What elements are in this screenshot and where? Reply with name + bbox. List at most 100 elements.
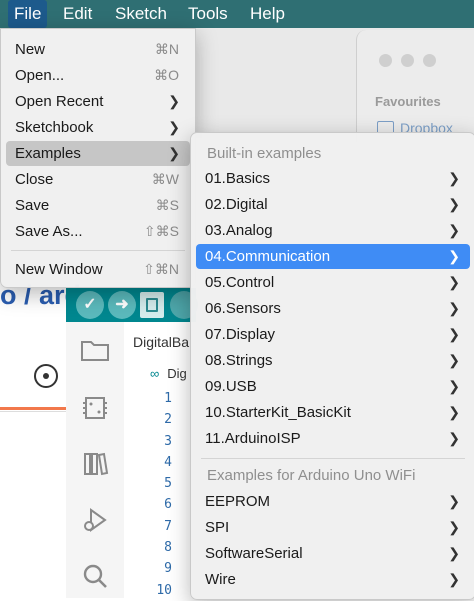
menu-item-label: EEPROM — [205, 493, 271, 510]
menu-item-label: 10.StarterKit_BasicKit — [205, 404, 351, 421]
menu-item-analog[interactable]: 03.Analog ❯ — [196, 218, 470, 243]
chevron-right-icon: ❯ — [448, 378, 460, 394]
boards-manager-icon[interactable] — [80, 394, 110, 420]
menu-item-sensors[interactable]: 06.Sensors ❯ — [196, 296, 470, 321]
menu-item-display[interactable]: 07.Display ❯ — [196, 322, 470, 347]
menu-item-usb[interactable]: 09.USB ❯ — [196, 374, 470, 399]
line-number: 2 — [164, 412, 172, 428]
upload-button[interactable]: ➜ — [108, 291, 136, 319]
library-manager-icon[interactable] — [80, 450, 110, 476]
sketch-tab[interactable]: DigitalBa — [133, 334, 189, 350]
line-number: 9 — [164, 561, 172, 577]
window-zoom-button[interactable] — [423, 54, 436, 67]
shortcut-label: ⌘W — [151, 171, 179, 187]
menu-item-new[interactable]: New ⌘N — [6, 37, 190, 62]
menu-item-label: 09.USB — [205, 378, 257, 395]
line-number: 7 — [164, 518, 172, 534]
shortcut-label: ⌘S — [155, 197, 179, 213]
chevron-right-icon: ❯ — [448, 170, 460, 186]
menu-tools[interactable]: Tools — [182, 0, 234, 28]
code-editor[interactable]: DigitalBa ∞ Dig 1 2 3 4 5 6 7 8 9 10 — [124, 322, 196, 598]
menu-item-label: 04.Communication — [205, 248, 331, 265]
favourites-label: Favourites — [375, 94, 441, 109]
finder-window: Favourites Dropbox — [356, 30, 474, 142]
menu-item-label: SoftwareSerial — [205, 545, 303, 562]
menu-item-communication[interactable]: 04.Communication ❯ — [196, 244, 470, 269]
menu-item-strings[interactable]: 08.Strings ❯ — [196, 348, 470, 373]
menu-sketch[interactable]: Sketch — [109, 0, 173, 28]
chevron-right-icon: ❯ — [448, 545, 460, 561]
chevron-right-icon: ❯ — [448, 274, 460, 290]
chevron-right-icon: ❯ — [448, 300, 460, 316]
chevron-right-icon: ❯ — [168, 93, 180, 109]
chevron-right-icon: ❯ — [448, 352, 460, 368]
code-comment: ∞ Dig — [150, 366, 187, 381]
menu-item-save[interactable]: Save ⌘S — [6, 193, 190, 218]
file-menu: New ⌘N Open... ⌘O Open Recent ❯ Sketchbo… — [0, 28, 196, 288]
window-close-button[interactable] — [379, 54, 392, 67]
shortcut-label: ⌘O — [154, 67, 179, 83]
menu-item-label: Sketchbook — [15, 119, 94, 136]
menu-item-label: New Window — [15, 261, 103, 278]
new-sketch-button[interactable] — [140, 292, 164, 318]
chevron-right-icon: ❯ — [448, 404, 460, 420]
menu-item-wire[interactable]: Wire ❯ — [196, 567, 470, 592]
ide-toolbar: ✓ ➜ — [66, 288, 198, 322]
menu-item-label: Close — [15, 171, 54, 188]
line-number: 8 — [164, 540, 172, 556]
shortcut-label: ⇧⌘N — [143, 261, 179, 277]
menu-item-starterkit[interactable]: 10.StarterKit_BasicKit ❯ — [196, 400, 470, 425]
menu-item-open[interactable]: Open... ⌘O — [6, 63, 190, 88]
chevron-right-icon: ❯ — [168, 145, 180, 161]
menu-file[interactable]: File — [8, 0, 48, 28]
menu-item-open-recent[interactable]: Open Recent ❯ — [6, 89, 190, 114]
line-number: 3 — [164, 433, 172, 449]
menu-item-digital[interactable]: 02.Digital ❯ — [196, 192, 470, 217]
menu-item-eeprom[interactable]: EEPROM ❯ — [196, 489, 470, 514]
debug-icon[interactable] — [80, 506, 110, 532]
chevron-right-icon: ❯ — [448, 571, 460, 587]
menu-item-label: 01.Basics — [205, 170, 271, 187]
menu-item-label: Open... — [15, 67, 65, 84]
line-number: 6 — [164, 497, 172, 513]
menu-help[interactable]: Help — [244, 0, 291, 28]
chevron-right-icon: ❯ — [448, 222, 460, 238]
chevron-right-icon: ❯ — [448, 196, 460, 212]
menu-item-label: 02.Digital — [205, 196, 268, 213]
chevron-right-icon: ❯ — [448, 493, 460, 509]
verify-button[interactable]: ✓ — [76, 291, 104, 319]
infinity-icon: ∞ — [150, 366, 160, 381]
menu-item-spi[interactable]: SPI ❯ — [196, 515, 470, 540]
target-icon[interactable] — [34, 364, 58, 388]
menu-item-label: 06.Sensors — [205, 300, 281, 317]
menu-item-basics[interactable]: 01.Basics ❯ — [196, 166, 470, 191]
menu-item-label: 08.Strings — [205, 352, 273, 369]
menu-edit[interactable]: Edit — [57, 0, 98, 28]
chevron-right-icon: ❯ — [448, 430, 460, 446]
menu-item-sketchbook[interactable]: Sketchbook ❯ — [6, 115, 190, 140]
menu-item-close[interactable]: Close ⌘W — [6, 167, 190, 192]
line-numbers: 1 2 3 4 5 6 7 8 9 10 — [144, 388, 172, 601]
menu-item-save-as[interactable]: Save As... ⇧⌘S — [6, 219, 190, 244]
divider — [0, 411, 66, 412]
examples-submenu: Built-in examples 01.Basics ❯ 02.Digital… — [190, 132, 474, 600]
menu-item-label: 11.ArduinoISP — [205, 430, 301, 447]
board-examples-header: Examples for Arduino Uno WiFi — [207, 467, 416, 484]
ide-sidebar — [66, 322, 125, 598]
menu-item-softwareserial[interactable]: SoftwareSerial ❯ — [196, 541, 470, 566]
chevron-right-icon: ❯ — [448, 519, 460, 535]
menu-item-arduinoisp[interactable]: 11.ArduinoISP ❯ — [196, 426, 470, 451]
search-icon[interactable] — [80, 562, 110, 588]
chevron-right-icon: ❯ — [448, 326, 460, 342]
line-number: 5 — [164, 476, 172, 492]
menu-item-new-window[interactable]: New Window ⇧⌘N — [6, 257, 190, 282]
menu-item-examples[interactable]: Examples ❯ — [6, 141, 190, 166]
line-number: 4 — [164, 454, 172, 470]
sketchbook-folder-icon[interactable] — [80, 338, 110, 364]
menu-separator — [11, 250, 185, 251]
window-minimize-button[interactable] — [401, 54, 414, 67]
menu-item-label: Examples — [15, 145, 81, 162]
line-number: 1 — [164, 391, 172, 406]
menu-item-control[interactable]: 05.Control ❯ — [196, 270, 470, 295]
shortcut-label: ⇧⌘S — [143, 223, 179, 239]
